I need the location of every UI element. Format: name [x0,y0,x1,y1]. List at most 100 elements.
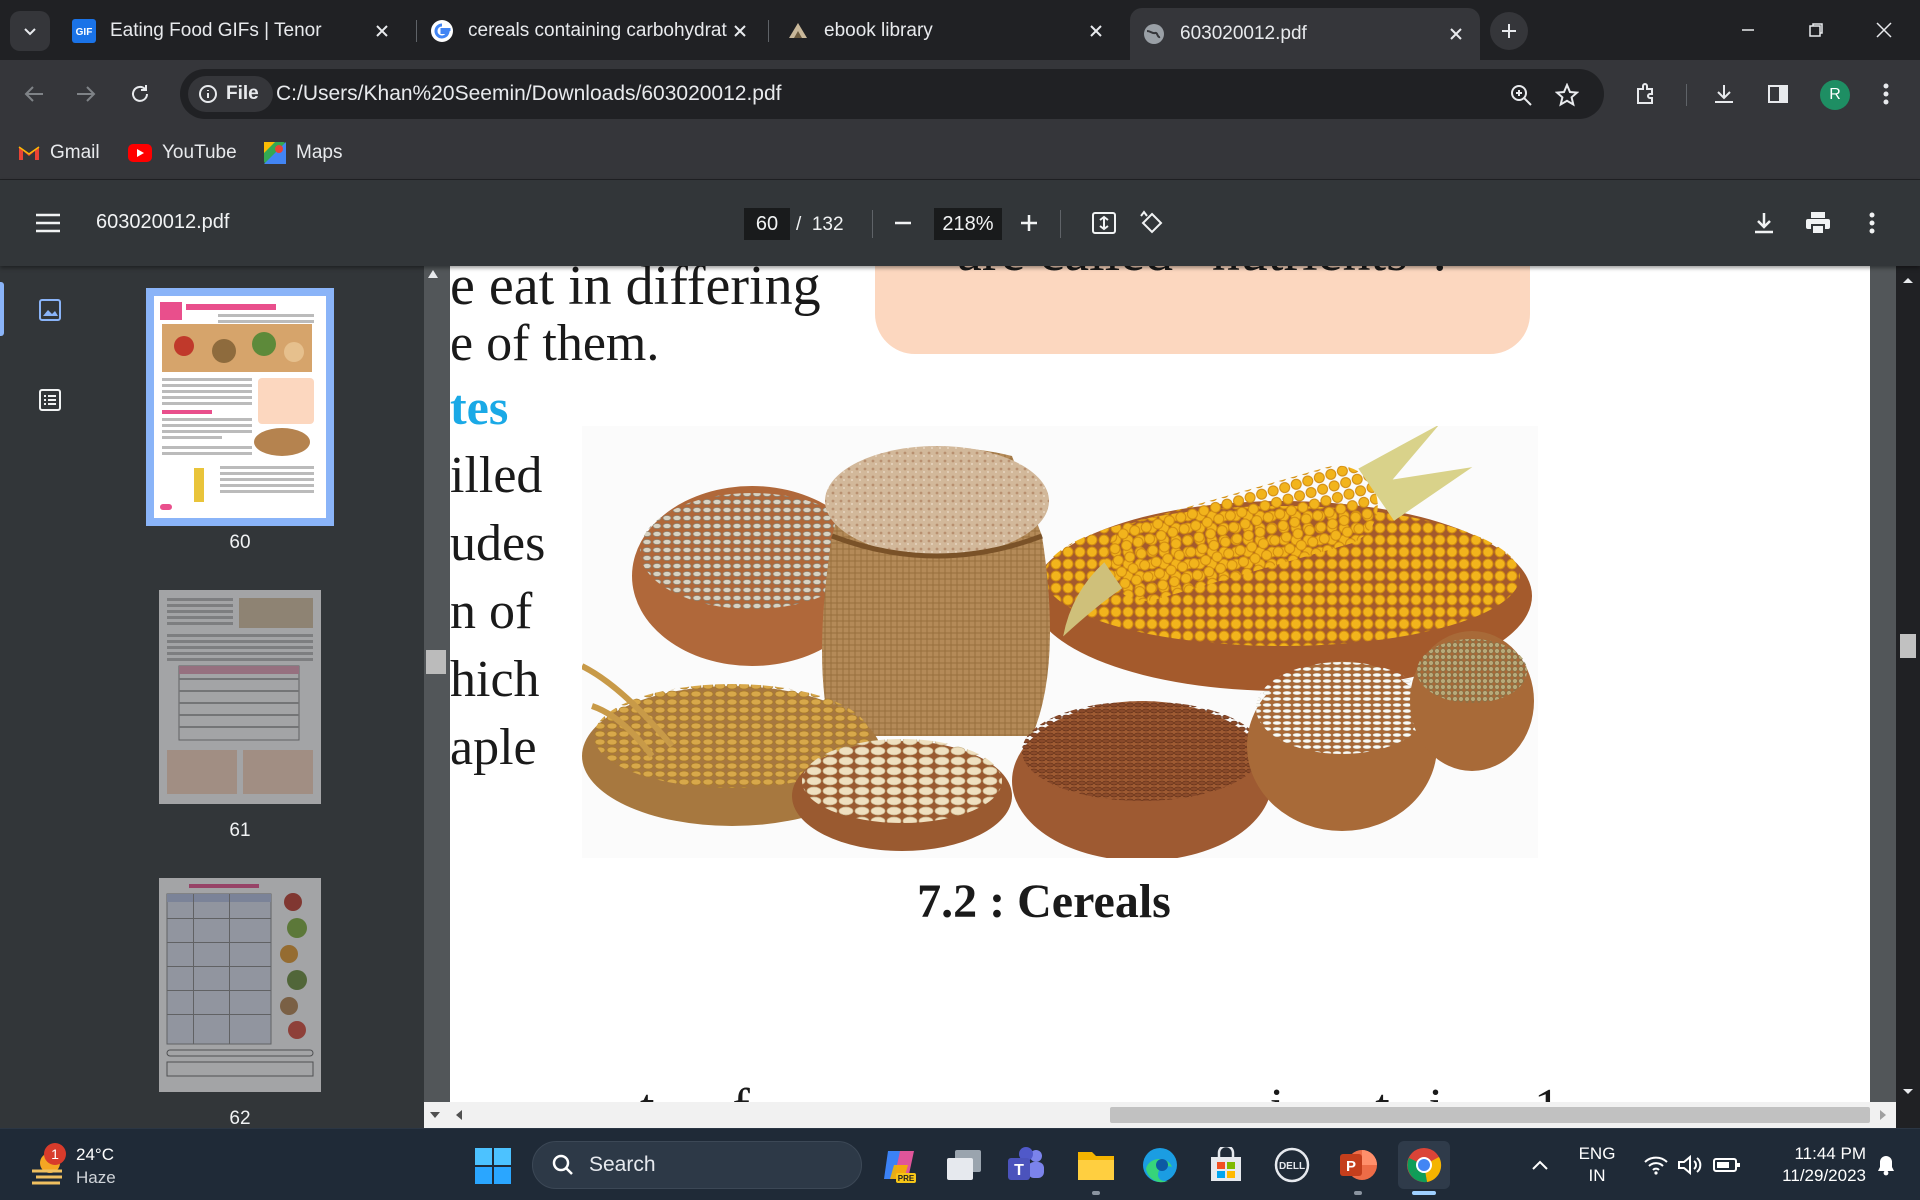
clock-date: 11/29/2023 [1782,1166,1866,1185]
document-outline-icon [39,389,61,411]
bookmark-maps[interactable]: Maps [264,138,342,168]
chevron-up-icon [1532,1160,1548,1170]
side-panel-button[interactable] [1758,74,1798,114]
body-text-line: illed [450,447,543,504]
zoom-in-button[interactable] [1010,204,1048,242]
zoom-out-button[interactable] [884,204,922,242]
cereals-photo [582,426,1538,858]
restore-button[interactable] [1788,10,1844,50]
search-placeholder: Search [589,1153,656,1176]
puzzle-icon [1637,83,1653,104]
body-text-line: aple [450,719,537,776]
downloads-button[interactable] [1704,74,1744,114]
new-tab-button[interactable] [1490,12,1528,50]
scroll-left-arrow-icon[interactable] [452,1108,466,1122]
url-text[interactable]: C:/Users/Khan%20Seemin/Downloads/6030200… [276,82,782,106]
taskbar-chrome[interactable] [1398,1141,1450,1189]
bookmark-gmail[interactable]: Gmail [18,138,100,168]
tab-ebook-library[interactable]: ebook library [774,10,1120,52]
site-info-chip[interactable]: File [188,76,273,112]
close-icon[interactable] [370,19,394,43]
address-bar[interactable]: File C:/Users/Khan%20Seemin/Downloads/60… [180,69,1604,119]
show-hidden-icons[interactable] [1524,1141,1556,1189]
close-window-button[interactable] [1856,10,1912,50]
scroll-up-marker[interactable] [428,270,438,278]
taskbar-teams[interactable]: T [1000,1141,1052,1189]
forward-button[interactable] [66,74,106,114]
tab-search-button[interactable] [10,11,50,51]
page-thumbnail-62[interactable] [159,878,321,1092]
book-icon [786,19,810,43]
horizontal-scroll-thumb[interactable] [1110,1107,1870,1123]
extensions-button[interactable] [1626,74,1666,114]
zoom-level-input[interactable]: 218% [934,208,1002,240]
rotate-button[interactable] [1132,203,1172,243]
close-icon[interactable] [1084,19,1108,43]
browser-menu-button[interactable] [1866,74,1906,114]
scroll-down-arrow-icon[interactable] [1896,1084,1920,1100]
taskbar-file-explorer[interactable] [1070,1141,1122,1189]
pdf-download-button[interactable] [1744,203,1784,243]
scroll-up-arrow-icon[interactable] [1896,272,1920,288]
taskbar-edge[interactable] [1134,1141,1186,1189]
input-language[interactable]: ENG IN [1574,1143,1620,1187]
system-clock[interactable]: 11:44 PM 11/29/2023 [1756,1143,1866,1187]
taskbar-search[interactable]: Search [532,1141,862,1189]
bookmark-star-button[interactable] [1550,78,1584,112]
bookmark-youtube[interactable]: YouTube [128,138,237,168]
horizontal-scrollbar[interactable] [424,1102,1896,1128]
minimize-button[interactable] [1720,10,1776,50]
back-button[interactable] [14,74,54,114]
taskbar-dell[interactable]: DELL [1266,1141,1318,1189]
app-active-indicator [1412,1191,1436,1195]
tab-pdf[interactable]: 603020012.pdf [1130,8,1480,60]
body-text-line: n of [450,583,533,640]
vertical-scroll-thumb[interactable] [1900,634,1916,658]
pdf-page-60: e eat in differing e of them. tes illed … [450,266,1870,1102]
kebab-menu-icon [1869,212,1875,234]
page-number-input[interactable]: 60 [744,208,790,240]
weather-widget[interactable]: 1 24°C Haze [28,1141,168,1191]
weather-description: Haze [76,1168,116,1187]
thumbnails-tab[interactable] [28,288,72,332]
page-thumbnail-60[interactable] [146,288,334,526]
scroll-down-arrow-icon[interactable] [428,1108,442,1122]
profile-avatar[interactable]: R [1820,80,1850,110]
tab-google-search[interactable]: cereals containing carbohydrat [418,10,764,52]
clock-time: 11:44 PM [1794,1144,1866,1163]
fit-page-button[interactable] [1084,203,1124,243]
pdf-more-button[interactable] [1852,203,1892,243]
zoom-indicator-button[interactable] [1504,78,1538,112]
start-button[interactable] [474,1147,512,1185]
close-icon[interactable] [728,19,752,43]
taskbar-task-view[interactable] [938,1141,990,1189]
pdf-sidebar-tabs [0,266,100,1128]
figure-caption: 7.2 : Cereals [917,875,1171,928]
task-view-icon [947,1150,981,1180]
tab-tenor[interactable]: GIF Eating Food GIFs | Tenor [60,10,406,52]
tab-title: Eating Food GIFs | Tenor [110,20,322,41]
pdf-print-button[interactable] [1798,203,1838,243]
page-thumbnail-61[interactable] [159,590,321,804]
close-icon[interactable] [1444,22,1468,46]
bell-icon [1878,1156,1894,1176]
quick-settings[interactable] [1638,1141,1746,1189]
page-total: / 132 [796,214,844,235]
outline-tab[interactable] [28,378,72,422]
rotate-icon [1140,210,1163,234]
taskbar-copilot[interactable]: PRE [874,1141,926,1189]
taskbar-powerpoint[interactable]: P [1332,1141,1384,1189]
scroll-right-arrow-icon[interactable] [1876,1108,1890,1122]
notifications-button[interactable] [1868,1141,1904,1189]
taskbar-store[interactable] [1200,1141,1252,1189]
reload-icon [132,85,148,102]
app-running-indicator [1092,1191,1100,1195]
scroll-position-marker[interactable] [426,650,446,674]
vertical-scrollbar[interactable] [1896,266,1920,1128]
pdf-viewer[interactable]: e eat in differing e of them. tes illed … [424,266,1896,1102]
toolbar-divider [1060,210,1061,238]
windows-logo-icon [475,1148,511,1184]
image-thumbnail-icon [39,299,61,321]
reload-button[interactable] [120,74,160,114]
pdf-sidebar-toggle[interactable] [28,203,68,243]
